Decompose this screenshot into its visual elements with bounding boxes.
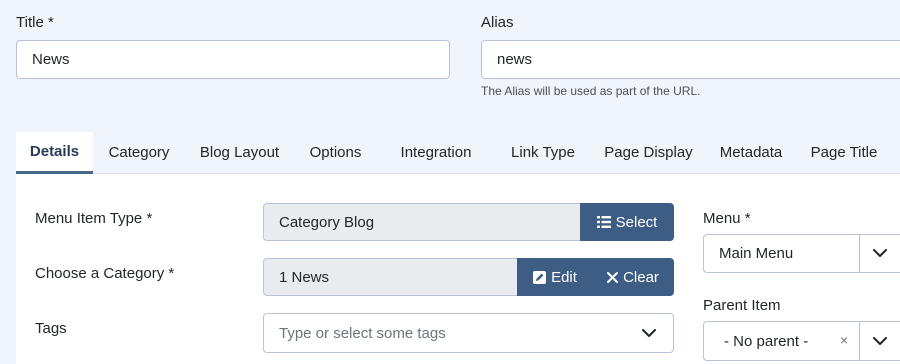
tags-label: Tags — [35, 320, 67, 337]
close-icon — [607, 271, 619, 283]
title-label: Title * — [16, 14, 54, 31]
select-button[interactable]: Select — [580, 203, 674, 241]
alias-input[interactable]: news — [481, 40, 900, 79]
select-button-label: Select — [615, 213, 658, 231]
tab-link-type[interactable]: Link Type — [495, 132, 591, 173]
category-value: 1 News — [279, 268, 330, 286]
alias-input-value: news — [497, 51, 533, 68]
tab-options[interactable]: Options — [294, 132, 377, 173]
edit-button[interactable]: Edit — [517, 258, 593, 296]
tab-details[interactable]: Details — [16, 132, 93, 174]
chevron-down-icon[interactable] — [859, 322, 899, 360]
category-field: 1 News — [263, 258, 518, 296]
menu-label: Menu * — [703, 210, 751, 227]
edit-button-label: Edit — [551, 268, 577, 286]
title-input[interactable]: News — [16, 40, 450, 79]
tab-metadata[interactable]: Metadata — [706, 132, 796, 173]
menu-item-type-field: Category Blog — [263, 203, 581, 241]
parent-item-clear-icon[interactable]: × — [840, 332, 848, 348]
tags-placeholder: Type or select some tags — [279, 324, 446, 342]
tags-input[interactable]: Type or select some tags — [263, 313, 674, 353]
menu-item-type-value: Category Blog — [279, 213, 375, 231]
parent-item-value: - No parent - — [724, 332, 809, 350]
menu-item-type-label: Menu Item Type * — [35, 210, 153, 227]
clear-button-label: Clear — [623, 268, 659, 286]
tab-integration[interactable]: Integration — [377, 132, 495, 173]
tab-page-display[interactable]: Page Display — [591, 132, 706, 173]
parent-item-label: Parent Item — [703, 297, 781, 314]
title-input-value: News — [32, 51, 70, 68]
tab-blog-layout[interactable]: Blog Layout — [185, 132, 294, 173]
chevron-down-icon[interactable] — [859, 235, 899, 272]
tab-page-title[interactable]: Page Title — [796, 132, 892, 173]
clear-button[interactable]: Clear — [592, 258, 674, 296]
alias-label: Alias — [481, 14, 514, 31]
tab-category[interactable]: Category — [93, 132, 185, 173]
menu-value: Main Menu — [719, 245, 794, 262]
list-icon — [596, 216, 611, 228]
edit-icon — [533, 270, 547, 284]
category-label: Choose a Category * — [35, 265, 175, 282]
parent-item-select[interactable]: - No parent - × — [703, 321, 900, 361]
alias-help-text: The Alias will be used as part of the UR… — [481, 84, 701, 98]
tab-bar: Details Category Blog Layout Options Int… — [16, 132, 900, 174]
menu-select[interactable]: Main Menu — [703, 234, 900, 273]
chevron-down-icon[interactable] — [629, 315, 669, 351]
